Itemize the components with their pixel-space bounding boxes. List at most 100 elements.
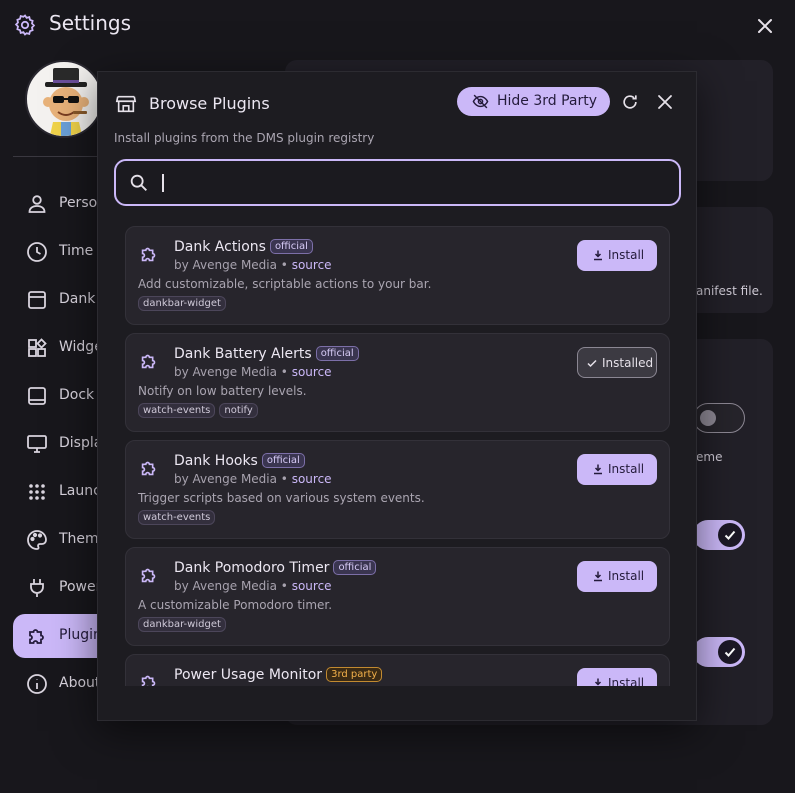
text-cursor xyxy=(162,174,164,192)
plugin-title: Dank Actions xyxy=(174,239,266,255)
install-button[interactable]: Install xyxy=(577,240,657,271)
source-link[interactable]: source xyxy=(292,258,332,272)
app-header: Settings xyxy=(0,0,795,52)
clock-icon xyxy=(27,242,47,262)
plugin-author-name: by Avenge Media xyxy=(174,258,277,272)
plugin-tags: watch-events xyxy=(138,510,216,525)
official-badge: official xyxy=(315,346,359,361)
info-icon xyxy=(27,674,47,694)
store-icon xyxy=(115,95,137,113)
plugin-card: Power Usage Monitor 3rd party Install xyxy=(125,654,670,686)
plugin-title: Dank Pomodoro Timer xyxy=(174,560,330,576)
plugin-title: Power Usage Monitor xyxy=(174,667,323,683)
plugin-tags: watch-events notify xyxy=(138,403,258,418)
puzzle-icon xyxy=(141,675,156,686)
plugin-card: Dank Battery Alerts official by Avenge Me… xyxy=(125,333,670,432)
dock-icon xyxy=(28,387,46,405)
check-icon xyxy=(587,359,597,368)
official-badge: official xyxy=(269,239,313,254)
plugin-author: by Avenge Media • source xyxy=(174,472,332,486)
third-party-badge: 3rd party xyxy=(326,667,383,682)
search-input[interactable] xyxy=(166,171,666,195)
plugin-author: by Avenge Media • source xyxy=(174,258,332,272)
settings-card-text: eme xyxy=(696,450,723,464)
plugin-name: Dank Battery Alerts official xyxy=(174,346,359,362)
tag: dankbar-widget xyxy=(138,296,226,311)
source-link[interactable]: source xyxy=(292,472,332,486)
toggle-knob xyxy=(718,640,742,664)
dialog-title: Browse Plugins xyxy=(149,94,270,113)
avatar xyxy=(25,60,103,138)
install-button[interactable]: Install xyxy=(577,561,657,592)
plugin-name: Dank Pomodoro Timer official xyxy=(174,560,377,576)
plugin-tags: dankbar-widget xyxy=(138,296,226,311)
hide-third-party-label: Hide 3rd Party xyxy=(497,93,598,109)
plugin-author-name: by Avenge Media xyxy=(174,365,277,379)
install-label: Install xyxy=(608,569,645,583)
puzzle-icon xyxy=(141,461,156,476)
plugin-card: Dank Hooks official by Avenge Media • sou… xyxy=(125,440,670,539)
setting-toggle[interactable] xyxy=(693,403,745,433)
puzzle-icon xyxy=(29,629,44,644)
window-title: Settings xyxy=(49,11,132,35)
download-icon xyxy=(594,678,602,686)
plugin-author: by Avenge Media • source xyxy=(174,579,332,593)
plugin-author-name: by Avenge Media xyxy=(174,472,277,486)
plugin-title: Dank Battery Alerts xyxy=(174,346,312,362)
plugin-name: Dank Hooks official xyxy=(174,453,305,469)
grid-icon xyxy=(29,484,45,500)
plugin-description: Trigger scripts based on various system … xyxy=(138,491,425,505)
plugin-title: Dank Hooks xyxy=(174,453,258,469)
plugin-list[interactable]: Dank Actions official by Avenge Media • s… xyxy=(125,226,670,686)
plugin-tags: dankbar-widget xyxy=(138,617,226,632)
search-icon xyxy=(130,174,147,191)
plugin-description: Notify on low battery levels. xyxy=(138,384,307,398)
plugin-author: by Avenge Media • source xyxy=(174,365,332,379)
toggle-knob xyxy=(718,523,742,547)
installed-label: Installed xyxy=(602,356,654,370)
plugin-name: Dank Actions official xyxy=(174,239,313,255)
monitor-icon xyxy=(27,435,47,453)
source-link[interactable]: source xyxy=(292,365,332,379)
refresh-icon[interactable] xyxy=(620,92,640,112)
separator: • xyxy=(276,579,292,593)
download-icon xyxy=(594,571,602,582)
dialog-subtitle: Install plugins from the DMS plugin regi… xyxy=(114,131,375,145)
close-icon[interactable] xyxy=(752,13,778,39)
official-badge: official xyxy=(261,453,305,468)
plugin-card: Dank Actions official by Avenge Media • s… xyxy=(125,226,670,325)
download-icon xyxy=(594,250,602,261)
installed-button[interactable]: Installed xyxy=(577,347,657,378)
toggle-knob xyxy=(700,410,716,426)
widgets-icon xyxy=(28,338,47,357)
hide-third-party-button[interactable]: Hide 3rd Party xyxy=(457,87,610,116)
search-field[interactable] xyxy=(114,159,681,206)
install-label: Install xyxy=(608,248,645,262)
plugin-card: Dank Pomodoro Timer official by Avenge Me… xyxy=(125,547,670,646)
plug-icon xyxy=(30,579,44,597)
puzzle-icon xyxy=(141,568,156,583)
install-label: Install xyxy=(608,676,645,686)
plugin-description: A customizable Pomodoro timer. xyxy=(138,598,333,612)
install-button[interactable]: Install xyxy=(577,668,657,686)
separator: • xyxy=(276,365,292,379)
settings-card-text: anifest file. xyxy=(696,284,763,298)
separator: • xyxy=(276,472,292,486)
setting-toggle[interactable] xyxy=(693,637,745,667)
tag: notify xyxy=(219,403,258,418)
browse-plugins-dialog: Browse Plugins Hide 3rd Party Install pl… xyxy=(97,71,697,721)
sidebar-item-label: Power xyxy=(59,579,102,595)
separator: • xyxy=(276,258,292,272)
source-link[interactable]: source xyxy=(292,579,332,593)
official-badge: official xyxy=(333,560,377,575)
setting-toggle[interactable] xyxy=(693,520,745,550)
close-icon[interactable] xyxy=(654,91,676,113)
plugin-name: Power Usage Monitor 3rd party xyxy=(174,667,383,683)
eye-off-icon xyxy=(472,94,489,109)
plugin-description: Add customizable, scriptable actions to … xyxy=(138,277,432,291)
install-label: Install xyxy=(608,462,645,476)
sidebar-divider xyxy=(13,156,101,157)
tag: dankbar-widget xyxy=(138,617,226,632)
install-button[interactable]: Install xyxy=(577,454,657,485)
plugin-author-name: by Avenge Media xyxy=(174,579,277,593)
